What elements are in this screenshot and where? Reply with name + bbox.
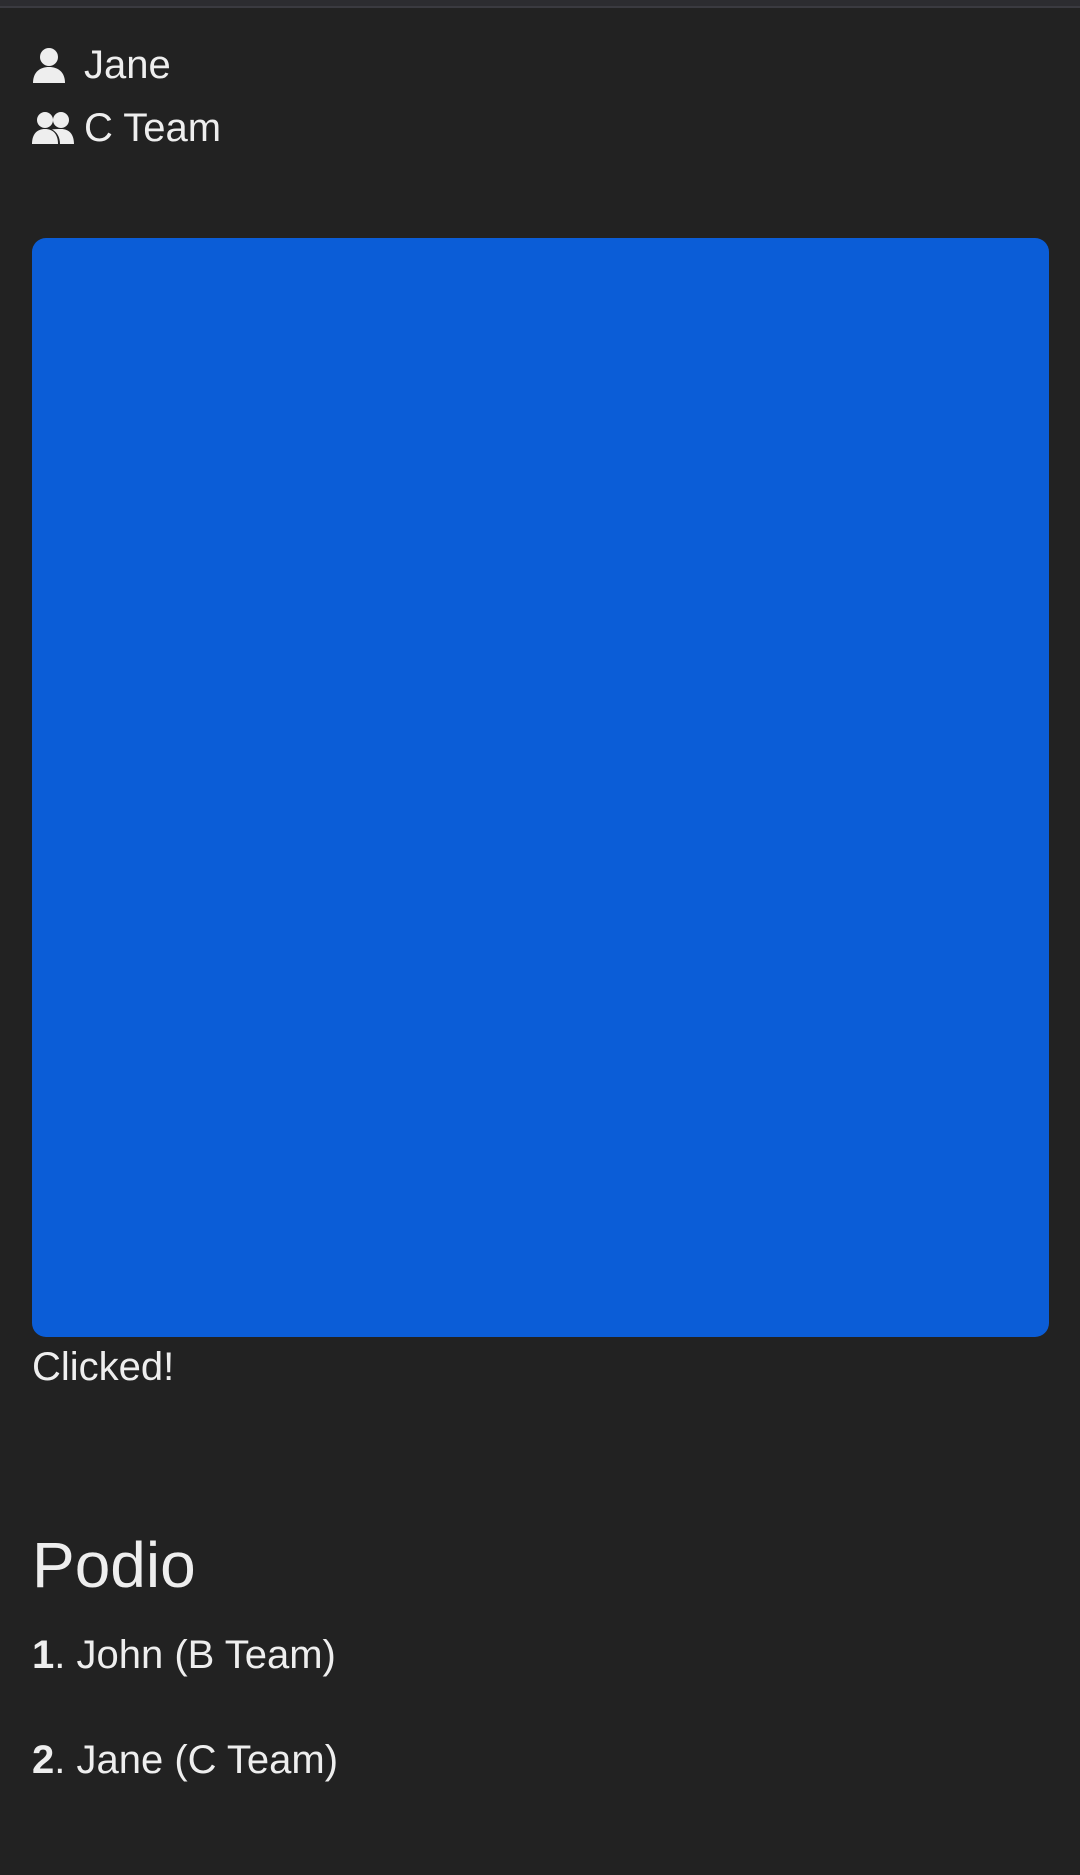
- podio-entry-text: . John (B Team): [54, 1633, 336, 1677]
- user-team: C Team: [84, 106, 222, 150]
- podio-rank: 2: [32, 1738, 55, 1782]
- podio-entry-text: . Jane (C Team): [54, 1738, 339, 1782]
- podio-title: Podio: [32, 1529, 196, 1601]
- big-click-button[interactable]: [32, 238, 1049, 1337]
- podio-entry: 2. Jane (C Team): [32, 1733, 338, 1787]
- user-name-row: Jane: [32, 38, 221, 92]
- top-border: [0, 0, 1080, 8]
- click-status-text: Clicked!: [32, 1345, 175, 1389]
- user-name: Jane: [84, 43, 171, 87]
- podio-entry: 1. John (B Team): [32, 1628, 338, 1682]
- users-icon: [32, 109, 74, 147]
- user-info: Jane C Team: [32, 38, 221, 164]
- user-icon: [32, 46, 74, 84]
- user-team-row: C Team: [32, 101, 221, 155]
- podio-list: 1. John (B Team) 2. Jane (C Team): [32, 1628, 338, 1838]
- podio-rank: 1: [32, 1633, 55, 1677]
